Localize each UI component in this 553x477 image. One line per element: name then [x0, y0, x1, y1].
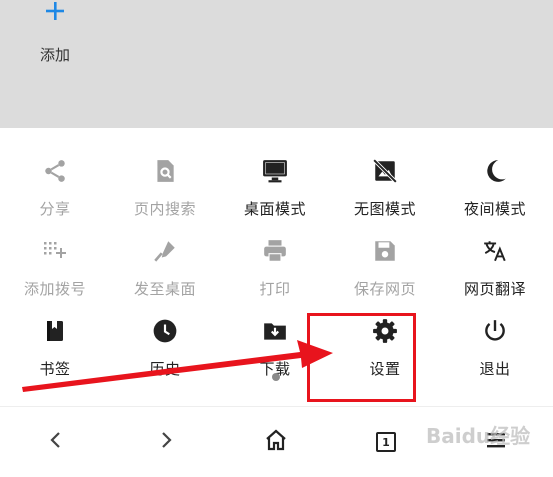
baidu-watermark: Baidu经验: [426, 424, 531, 448]
annotation-arrow: [22, 340, 333, 392]
